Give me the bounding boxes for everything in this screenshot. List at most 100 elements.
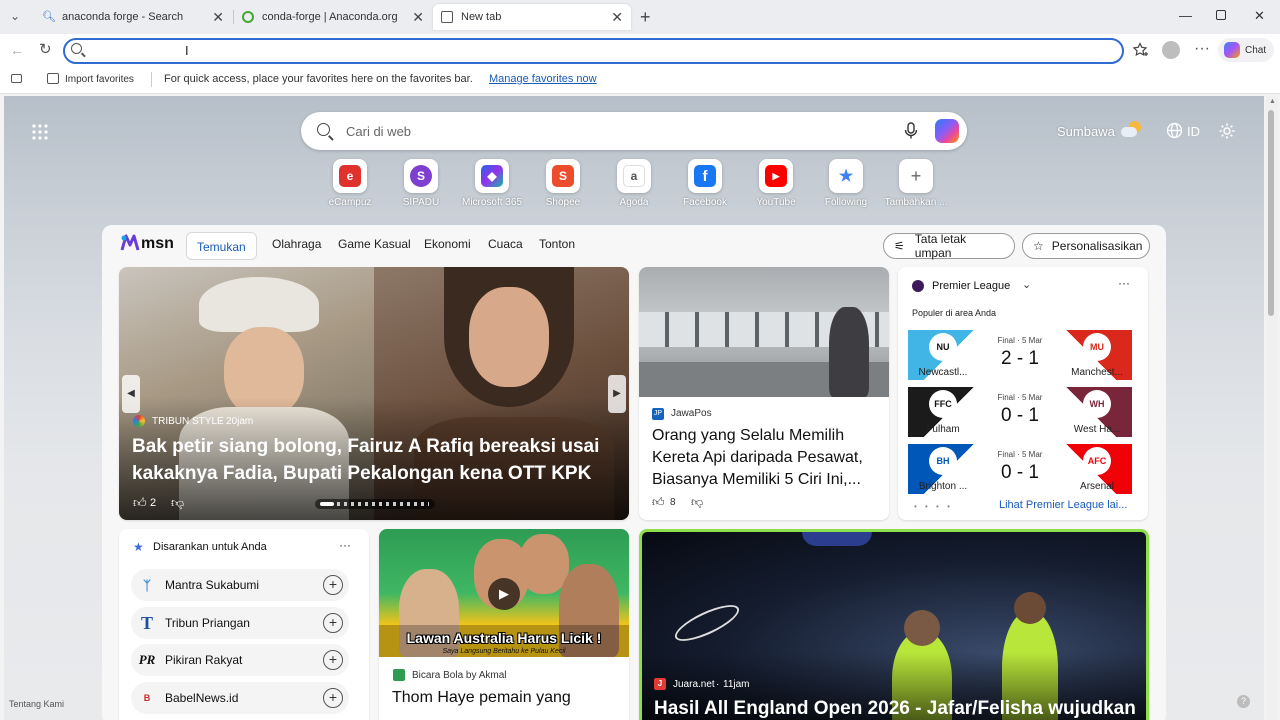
close-window-icon[interactable]: ✕ xyxy=(1254,8,1265,24)
feed-tab-cuaca[interactable]: Cuaca xyxy=(488,237,523,251)
hero-headline[interactable]: Bak petir siang bolong, Fairuz A Rafiq b… xyxy=(132,433,622,487)
source-name[interactable]: BabelNews.id xyxy=(165,691,238,705)
source-name[interactable]: Tribun Priangan xyxy=(165,616,250,630)
web-search-box[interactable]: Cari di web xyxy=(301,112,967,150)
video-story-card[interactable]: Lawan Australia Harus Licik ! Saya Langs… xyxy=(379,529,629,720)
tab-conda-forge[interactable]: conda-forge | Anaconda.org ✕ xyxy=(234,4,432,30)
help-icon[interactable]: ? xyxy=(1237,695,1250,708)
feed-tab-temukan[interactable]: Temukan xyxy=(186,232,257,260)
tab-list-chevron-icon[interactable]: ⌄ xyxy=(10,10,20,22)
like-icon[interactable]: 👍︎ xyxy=(133,495,147,511)
globe-icon[interactable] xyxy=(1166,122,1183,139)
source-name[interactable]: Mantra Sukabumi xyxy=(165,578,259,592)
play-button-icon[interactable]: ▶ xyxy=(488,578,520,610)
feed-tab-game-kasual[interactable]: Game Kasual xyxy=(338,237,411,251)
quick-link-following[interactable]: ★ Following xyxy=(806,159,886,208)
badminton-story-card[interactable]: J Juara.net · 11jam Hasil All England Op… xyxy=(639,529,1149,720)
tab-new-tab[interactable]: New tab ✕ xyxy=(433,4,631,30)
favorites-icon[interactable] xyxy=(1133,42,1149,58)
region-code[interactable]: ID xyxy=(1187,124,1200,139)
league-dropdown-chevron-icon[interactable]: ⌄ xyxy=(1022,278,1031,291)
carousel-next-button[interactable]: ▶ xyxy=(608,375,626,413)
follow-plus-button[interactable]: + xyxy=(323,613,343,633)
home-team-name: Brighton ... xyxy=(918,481,968,492)
hero-story-card[interactable]: ◀ ▶ TRIBUN STYLE · 20jam Bak petir siang… xyxy=(119,267,629,520)
personalize-label: Personalisasikan xyxy=(1051,239,1143,253)
quick-link-microsoft-365[interactable]: ◆ Microsoft 365 xyxy=(452,159,532,208)
address-bar[interactable]: I xyxy=(63,38,1124,64)
personalize-button[interactable]: ☆ Personalisasikan xyxy=(1022,233,1150,259)
badminton-headline[interactable]: Hasil All England Open 2026 - Jafar/Feli… xyxy=(654,696,1144,720)
tab-close-icon[interactable]: ✕ xyxy=(611,9,623,26)
shopee-icon: S xyxy=(546,159,580,193)
quick-link-label: Tambahkan ... xyxy=(884,197,948,208)
league-name[interactable]: Premier League xyxy=(932,280,1010,292)
follow-plus-button[interactable]: + xyxy=(323,575,343,595)
quick-link-facebook[interactable]: f Facebook xyxy=(665,159,745,208)
feed-tab-ekonomi[interactable]: Ekonomi xyxy=(424,237,471,251)
league-more-icon[interactable]: ··· xyxy=(1118,276,1130,290)
video-headline[interactable]: Thom Haye pemain yang xyxy=(392,687,620,709)
manage-favorites-link[interactable]: Manage favorites now xyxy=(489,73,597,85)
quick-link-agoda[interactable]: a Agoda xyxy=(594,159,674,208)
settings-gear-icon[interactable] xyxy=(1218,122,1236,140)
msn-brand[interactable]: msn xyxy=(141,235,174,253)
quick-link-shopee[interactable]: S Shopee xyxy=(523,159,603,208)
about-us-link[interactable]: Tentang Kami xyxy=(9,699,64,709)
hero-time-separator: · xyxy=(219,416,223,427)
feed-tab-tonton[interactable]: Tonton xyxy=(539,237,575,251)
copilot-chat-button[interactable]: Chat xyxy=(1218,38,1274,62)
juara-net-icon: J xyxy=(654,678,666,690)
carousel-dots xyxy=(337,502,429,506)
new-tab-button[interactable]: + xyxy=(640,8,651,26)
import-favorites-button[interactable]: Import favorites xyxy=(65,74,134,85)
maximize-icon[interactable] xyxy=(1216,10,1226,20)
quick-link-label: YouTube xyxy=(756,197,796,208)
quick-link-sipadu[interactable]: S SIPADU xyxy=(381,159,461,208)
dislike-icon[interactable]: 👎︎ xyxy=(691,495,703,510)
tab-close-icon[interactable]: ✕ xyxy=(412,9,424,26)
back-icon[interactable]: ← xyxy=(10,43,24,57)
suggested-more-icon[interactable]: ··· xyxy=(339,538,351,552)
match-row[interactable]: BH Brighton ... Final · 5 Mar 0 - 1 AFC … xyxy=(908,444,1132,494)
match-row[interactable]: FFC Fulham Final · 5 Mar 0 - 1 WH West H… xyxy=(908,387,1132,437)
feed-tab-olahraga[interactable]: Olahraga xyxy=(272,237,321,251)
scroll-up-arrow-icon[interactable]: ▲ xyxy=(1269,98,1276,105)
video-source[interactable]: Bicara Bola by Akmal xyxy=(412,670,507,681)
follow-plus-button[interactable]: + xyxy=(323,650,343,670)
feed-layout-button[interactable]: ⚟ Tata letak umpan xyxy=(883,232,1015,260)
match-row[interactable]: NU Newcastl... Final · 5 Mar 2 - 1 MU Ma… xyxy=(908,330,1132,380)
league-see-more-link[interactable]: Lihat Premier League lai... xyxy=(999,499,1127,511)
away-team-name: Manchest... xyxy=(1071,367,1123,378)
match-score: 2 - 1 xyxy=(1000,348,1040,369)
copilot-icon[interactable] xyxy=(935,119,959,143)
hero-source[interactable]: TRIBUN STYLE xyxy=(152,416,224,427)
minimize-icon[interactable]: — xyxy=(1179,8,1192,23)
follow-plus-button[interactable]: + xyxy=(323,688,343,708)
page-scrollbar[interactable]: ▲ xyxy=(1266,96,1278,720)
more-menu-icon[interactable]: ··· xyxy=(1194,41,1210,57)
hero-time: 20jam xyxy=(226,416,254,427)
weather-location[interactable]: Sumbawa xyxy=(1057,124,1115,139)
badminton-source[interactable]: Juara.net xyxy=(673,679,715,690)
microphone-icon[interactable] xyxy=(904,122,918,140)
like-icon[interactable]: 👍︎ xyxy=(652,495,665,510)
refresh-icon[interactable]: ↻ xyxy=(39,42,52,57)
story-card-jawapos[interactable]: JP JawaPos Orang yang Selalu Memilih Ker… xyxy=(639,267,889,520)
partly-cloudy-icon xyxy=(1121,121,1141,137)
story2-headline[interactable]: Orang yang Selalu Memilih Kereta Api dar… xyxy=(652,425,880,491)
story2-source[interactable]: JawaPos xyxy=(671,408,712,419)
source-name[interactable]: Pikiran Rakyat xyxy=(165,653,242,667)
tab-search[interactable]: 🔍︎ anaconda forge - Search ✕ xyxy=(34,4,232,30)
carousel-prev-button[interactable]: ◀ xyxy=(122,375,140,413)
quick-link-ecampuz[interactable]: e eCampuz xyxy=(310,159,390,208)
bicara-bola-icon xyxy=(393,669,405,681)
scrollbar-thumb[interactable] xyxy=(1268,110,1274,316)
quick-link-youtube[interactable]: ▶ YouTube xyxy=(736,159,816,208)
profile-avatar[interactable] xyxy=(1162,41,1180,59)
tab-close-icon[interactable]: ✕ xyxy=(212,9,224,26)
tab-actions-icon[interactable] xyxy=(11,74,22,83)
dislike-icon[interactable]: 👎︎ xyxy=(171,495,184,511)
apps-launcher-icon[interactable] xyxy=(32,124,48,140)
quick-link-add[interactable]: + Tambahkan ... xyxy=(876,159,956,208)
